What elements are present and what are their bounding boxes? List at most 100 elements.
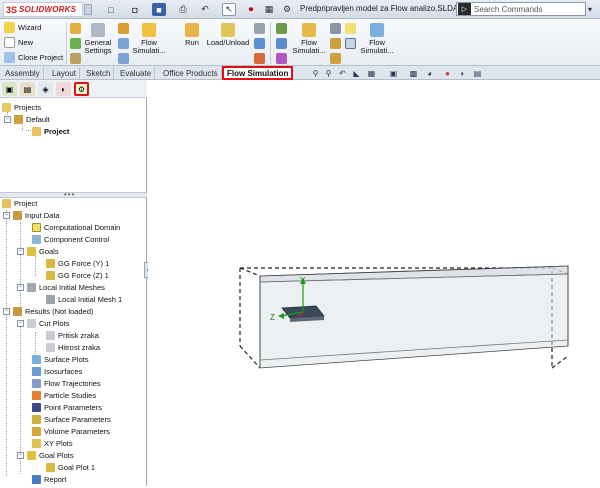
search-commands-box[interactable]: ▷ Search Commands xyxy=(456,2,586,16)
tree-item-surface-parameters[interactable]: Surface Parameters xyxy=(32,414,111,425)
collapse-icon[interactable]: − xyxy=(4,116,11,123)
tree-item-cut-plot[interactable]: Hitrost zraka xyxy=(46,342,100,353)
undo-icon[interactable]: ↶ xyxy=(198,3,212,16)
file-properties-icon[interactable]: ▦ xyxy=(262,3,276,16)
tree-item-results[interactable]: − Results (Not loaded) xyxy=(3,306,93,317)
tree-item-particle-studies[interactable]: Particle Studies xyxy=(32,390,96,401)
results-tool-icon[interactable] xyxy=(254,53,265,64)
view-orientation-icon[interactable]: ▣ xyxy=(388,67,399,79)
results-tool-icon[interactable] xyxy=(276,38,287,49)
flow-trajectories-icon xyxy=(32,379,41,388)
new-document-icon[interactable]: □ xyxy=(104,3,118,16)
tab-office-products[interactable]: Office Products xyxy=(160,67,222,79)
search-input[interactable]: Search Commands xyxy=(474,5,542,14)
tree-item-xy-plots[interactable]: XY Plots xyxy=(32,438,73,449)
flow-simulation-dropdown-1[interactable]: Flow Simulati... xyxy=(130,23,168,55)
results-tool-icon[interactable] xyxy=(330,38,341,49)
flow-simulation-dropdown-3[interactable]: Flow Simulati... xyxy=(358,23,396,55)
results-tool-icon[interactable] xyxy=(254,38,265,49)
flow-simulation-dropdown-2[interactable]: Flow Simulati... xyxy=(290,23,328,55)
tree-item-cut-plot[interactable]: Pritisk zraka xyxy=(46,330,99,341)
tree-item-goals[interactable]: − Goals xyxy=(17,246,59,257)
load-unload-button[interactable]: Load/Unload xyxy=(206,23,250,47)
collapse-icon[interactable]: − xyxy=(3,212,10,219)
previous-view-icon[interactable]: ↶ xyxy=(337,67,348,79)
flow-tool-icon[interactable] xyxy=(70,53,81,64)
display-manager-tab-icon[interactable]: ◐ xyxy=(56,82,71,96)
solidworks-logo[interactable]: 3S SOLIDWORKS xyxy=(3,2,83,17)
tree-item-cut-plots[interactable]: − Cut Plots xyxy=(17,318,69,329)
configuration-manager-tab-icon[interactable]: ◈ xyxy=(38,82,53,96)
menu-expand-button[interactable] xyxy=(84,4,92,15)
tree-item-volume-parameters[interactable]: Volume Parameters xyxy=(32,426,110,437)
options-gear-icon[interactable]: ⚙ xyxy=(280,3,294,16)
search-dropdown-icon[interactable]: ▾ xyxy=(588,5,592,14)
tree-item-goal[interactable]: GG Force (Y) 1 xyxy=(46,258,109,269)
tree-item-project[interactable]: Project xyxy=(32,126,69,137)
property-manager-tab-icon[interactable]: ▤ xyxy=(20,82,35,96)
zoom-to-area-icon[interactable]: ⚲ xyxy=(323,67,334,79)
tab-assembly[interactable]: Assembly xyxy=(2,67,44,79)
open-file-icon[interactable]: ◘ xyxy=(128,3,142,16)
flow-tool-icon[interactable] xyxy=(118,38,129,49)
clone-project-button[interactable]: Clone Project xyxy=(4,52,63,63)
collapse-icon[interactable]: − xyxy=(17,284,24,291)
collapse-icon[interactable]: − xyxy=(17,248,24,255)
tree-item-input-data[interactable]: − Input Data xyxy=(3,210,60,221)
flow-tool-icon[interactable] xyxy=(70,38,81,49)
results-tool-icon[interactable] xyxy=(330,53,341,64)
tree-item-surface-plots[interactable]: Surface Plots xyxy=(32,354,89,365)
print-icon[interactable]: ⎙ xyxy=(176,3,190,16)
tree-item-project[interactable]: Project xyxy=(2,198,37,209)
tree-item-projects[interactable]: Projects xyxy=(2,102,41,113)
lightbulb-icon[interactable] xyxy=(345,23,356,34)
hide-show-items-icon[interactable]: ◕ xyxy=(424,67,435,79)
results-tool-icon[interactable] xyxy=(330,23,341,34)
dynamic-annotation-icon[interactable]: ▦ xyxy=(366,67,377,79)
search-icon[interactable]: ▷ xyxy=(458,3,471,15)
tree-item-flow-trajectories[interactable]: Flow Trajectories xyxy=(32,378,101,389)
zoom-to-fit-icon[interactable]: ⚲ xyxy=(310,67,321,79)
tab-evaluate[interactable]: Evaluate xyxy=(117,67,156,79)
tree-item-goal[interactable]: GG Force (Z) 1 xyxy=(46,270,109,281)
collapse-icon[interactable]: − xyxy=(3,308,10,315)
collapse-icon[interactable]: − xyxy=(17,320,24,327)
flow-tool-icon[interactable] xyxy=(118,23,129,34)
feature-manager-tab-icon[interactable]: ▣ xyxy=(2,82,17,96)
tree-item-point-parameters[interactable]: Point Parameters xyxy=(32,402,102,413)
tree-item-computational-domain[interactable]: Computational Domain xyxy=(32,222,120,233)
results-tool-icon[interactable] xyxy=(276,23,287,34)
display-style-icon[interactable]: ▩ xyxy=(408,67,419,79)
section-view-icon[interactable]: ◣ xyxy=(351,67,362,79)
tree-item-report[interactable]: Report xyxy=(32,474,67,485)
run-button[interactable]: Run xyxy=(180,23,204,47)
tree-item-goal-plot[interactable]: Goal Plot 1 xyxy=(46,462,95,473)
save-icon[interactable]: ■ xyxy=(152,3,166,16)
collapse-icon[interactable]: − xyxy=(17,452,24,459)
rebuild-icon[interactable]: ⏺ xyxy=(244,3,258,16)
edit-appearance-icon[interactable]: ● xyxy=(442,67,453,79)
graphics-area[interactable]: Y Z xyxy=(148,80,600,486)
wizard-button[interactable]: Wizard xyxy=(4,22,41,33)
apply-scene-icon[interactable]: ◑ xyxy=(456,67,467,79)
tree-item-isosurfaces[interactable]: Isosurfaces xyxy=(32,366,82,377)
tab-sketch[interactable]: Sketch xyxy=(83,67,115,79)
new-project-button[interactable]: New xyxy=(4,37,33,48)
tab-layout[interactable]: Layout xyxy=(49,67,81,79)
tree-item-default[interactable]: − Default xyxy=(4,114,50,125)
results-tool-icon[interactable] xyxy=(345,38,356,49)
tree-item-local-initial-meshes[interactable]: − Local Initial Meshes xyxy=(17,282,105,293)
view-settings-icon[interactable]: ▤ xyxy=(472,67,483,79)
flow-tool-icon[interactable] xyxy=(118,53,129,64)
results-tool-icon[interactable] xyxy=(254,23,265,34)
tab-flow-simulation[interactable]: Flow Simulation xyxy=(222,66,294,80)
general-settings-button[interactable]: General Settings xyxy=(84,23,112,55)
tree-item-component-control[interactable]: Component Control xyxy=(32,234,109,245)
results-tool-icon[interactable] xyxy=(276,53,287,64)
tree-item-local-initial-mesh[interactable]: Local Initial Mesh 1 xyxy=(46,294,122,305)
select-icon[interactable]: ↖ xyxy=(222,3,236,16)
tree-item-goal-plots[interactable]: − Goal Plots xyxy=(17,450,74,461)
goal-icon xyxy=(46,259,55,268)
flow-tool-icon[interactable] xyxy=(70,23,81,34)
flow-simulation-analysis-tree-tab-icon[interactable]: ⚙ xyxy=(74,82,89,96)
